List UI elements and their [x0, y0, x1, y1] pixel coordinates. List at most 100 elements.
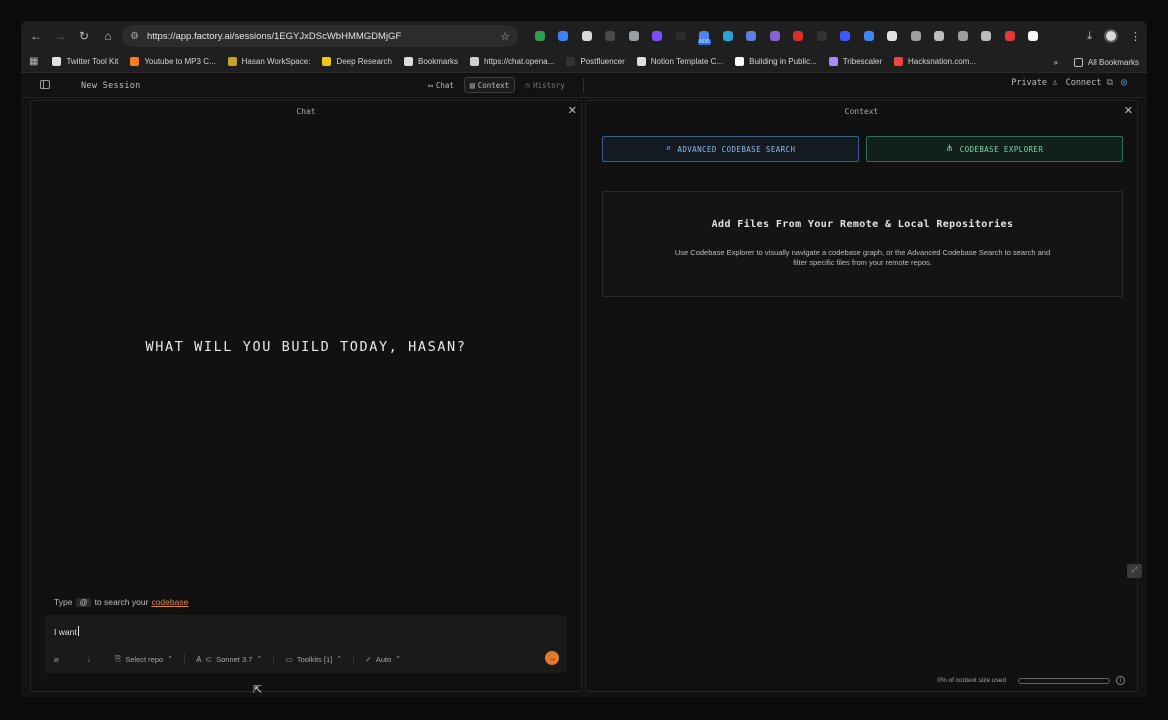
check-icon: ✓	[365, 654, 372, 664]
bookmark-item[interactable]: Building in Public...	[735, 57, 817, 66]
bookmark-item[interactable]: Twitter Tool Kit	[52, 57, 118, 66]
bookmark-item[interactable]: https://chat.opena...	[470, 57, 554, 66]
extension-icon-glyph	[605, 31, 616, 41]
attach-button[interactable]: ⌀	[54, 655, 63, 664]
tab-chat[interactable]: ▭ Chat	[422, 77, 460, 93]
url-text: https://app.factory.ai/sessions/1EGYJxDS…	[146, 30, 402, 42]
message-input[interactable]: I want	[54, 626, 79, 637]
codebase-explorer-button[interactable]: ⋔ CODEBASE EXPLORER	[866, 136, 1123, 162]
bookmark-item[interactable]: Bookmarks	[404, 57, 458, 66]
model-selector[interactable]: Ѧ ⊂ Sonnet 3.7 ⌃	[196, 655, 262, 664]
connect-button[interactable]: Connect ⧉	[1066, 78, 1113, 88]
bookmark-item[interactable]: Tribescaler	[828, 57, 882, 66]
ext-pen-icon[interactable]	[575, 21, 599, 51]
tab-context[interactable]: ▤ Context	[463, 77, 516, 93]
context-usage-label: 0% of context size used	[937, 677, 1006, 684]
codebase-link[interactable]: codebase	[151, 597, 188, 607]
bookmark-item[interactable]: Postfluencer	[566, 57, 625, 66]
ext-red2-icon[interactable]	[998, 21, 1022, 51]
toolkits-selector[interactable]: ▭ Toolkits [1] ⌃	[285, 655, 342, 664]
ext-gray-icon[interactable]	[622, 21, 646, 51]
close-icon[interactable]: ✕	[568, 104, 577, 117]
microphone-icon: ♩	[86, 654, 95, 664]
extension-icon-glyph	[769, 31, 780, 41]
ext-blue2-icon[interactable]	[740, 21, 764, 51]
ext-dim-icon[interactable]	[810, 21, 834, 51]
tab-history[interactable]: ◷ History	[519, 77, 570, 93]
address-bar[interactable]: ⚙ https://app.factory.ai/sessions/1EGYJx…	[122, 25, 518, 47]
ext-sky-icon[interactable]	[857, 21, 881, 51]
ext-cyan-icon[interactable]	[716, 21, 740, 51]
auto-label: Auto	[375, 654, 392, 664]
ext-dark-icon[interactable]	[599, 21, 623, 51]
browser-right-tools: ⤓ ⋮	[1087, 21, 1141, 51]
star-icon[interactable]: ☆	[500, 30, 510, 43]
bookmark-item[interactable]: Hasan WorkSpace:	[227, 57, 310, 66]
bookmark-label: Twitter Tool Kit	[66, 57, 119, 66]
message-composer[interactable]: I want ⌀ ♩ ⎘ Select repo ⌃ Ѧ ⊂ Sonnet 3.…	[45, 615, 567, 673]
ext-gray2-icon[interactable]	[951, 21, 975, 51]
bookmark-label: https://chat.opena...	[484, 57, 555, 66]
back-button[interactable]: ←	[25, 25, 47, 47]
ext-black-icon[interactable]	[669, 21, 693, 51]
extension-icon-glyph	[652, 31, 663, 41]
apps-icon[interactable]: ▦	[29, 56, 38, 67]
ext-green-icon[interactable]	[528, 21, 552, 51]
ext-purple-icon[interactable]	[646, 21, 670, 51]
ext-vs-icon[interactable]	[904, 21, 928, 51]
bookmark-label: Building in Public...	[749, 57, 817, 66]
ext-camera-icon[interactable]	[975, 21, 999, 51]
tab-chat-label: Chat	[435, 80, 454, 90]
model-icon: ⊂	[205, 654, 213, 664]
repo-icon: ⎘	[114, 654, 122, 663]
codebase-explorer-label: CODEBASE EXPLORER	[959, 144, 1044, 154]
at-key-badge: @	[76, 597, 91, 607]
sidebar-toggle-icon[interactable]	[40, 80, 50, 89]
send-button[interactable]: →	[545, 651, 559, 665]
all-bookmarks-button[interactable]: All Bookmarks	[1073, 57, 1139, 67]
message-input-value: I want	[54, 627, 77, 637]
chat-panel: Chat ✕ WHAT WILL YOU BUILD TODAY, HASAN?…	[30, 100, 582, 696]
bookmark-label: Notion Template C...	[650, 57, 724, 66]
home-button[interactable]: ⌂	[97, 25, 119, 47]
menu-icon[interactable]: ⋮	[1130, 30, 1141, 43]
reload-button[interactable]: ↻	[73, 25, 95, 47]
profile-avatar[interactable]	[1104, 29, 1118, 43]
ext-navy-icon[interactable]	[834, 21, 858, 51]
app-header: New Session ▭ Chat ▤ Context ◷ History P…	[21, 73, 1147, 98]
mic-button[interactable]: ♩	[87, 655, 99, 664]
graph-icon: ⋔	[945, 144, 954, 154]
bookmark-item[interactable]: Hacksnation.com...	[894, 57, 976, 66]
forward-button[interactable]: →	[49, 25, 71, 47]
advanced-codebase-search-button[interactable]: ⌕ ADVANCED CODEBASE SEARCH	[602, 136, 859, 162]
ext-badge-icon[interactable]: 9695	[693, 21, 717, 51]
toolkits-label: Toolkits [1]	[296, 654, 333, 664]
site-settings-icon[interactable]: ⚙	[130, 31, 139, 42]
folder-icon	[1073, 57, 1083, 67]
panel-expand-handle[interactable]: ⤢	[1127, 564, 1142, 578]
headset-icon[interactable]: ◎	[1121, 77, 1127, 88]
ext-violet-icon[interactable]	[763, 21, 787, 51]
bookmark-favicon-icon	[130, 57, 140, 66]
ext-drop-icon[interactable]	[928, 21, 952, 51]
close-icon[interactable]: ✕	[1124, 104, 1133, 117]
ext-white-icon[interactable]	[881, 21, 905, 51]
bookmark-item[interactable]: Deep Research	[322, 57, 392, 66]
ext-d-icon[interactable]	[1022, 21, 1046, 51]
private-toggle[interactable]: Private ♙	[1011, 78, 1057, 88]
bookmark-item[interactable]: Notion Template C...	[636, 57, 724, 66]
mouse-cursor-icon: ⇱	[253, 684, 263, 696]
welcome-heading: WHAT WILL YOU BUILD TODAY, HASAN?	[145, 339, 467, 355]
bookmark-label: Youtube to MP3 C...	[144, 57, 216, 66]
bookmark-item[interactable]: Youtube to MP3 C...	[130, 57, 216, 66]
more-bookmarks-button[interactable]: »	[1053, 58, 1057, 67]
extension-icon-glyph	[981, 31, 992, 41]
select-repo-button[interactable]: ⎘ Select repo ⌃	[115, 654, 173, 664]
user-icon: ♙	[1052, 77, 1058, 88]
download-icon[interactable]: ⤓	[1087, 30, 1092, 43]
auto-selector[interactable]: ✓ Auto ⌃	[365, 655, 401, 664]
ext-red-icon[interactable]	[787, 21, 811, 51]
info-icon[interactable]: i	[1116, 676, 1125, 685]
extension-icon-glyph	[957, 31, 968, 41]
ext-blue-icon[interactable]	[552, 21, 576, 51]
